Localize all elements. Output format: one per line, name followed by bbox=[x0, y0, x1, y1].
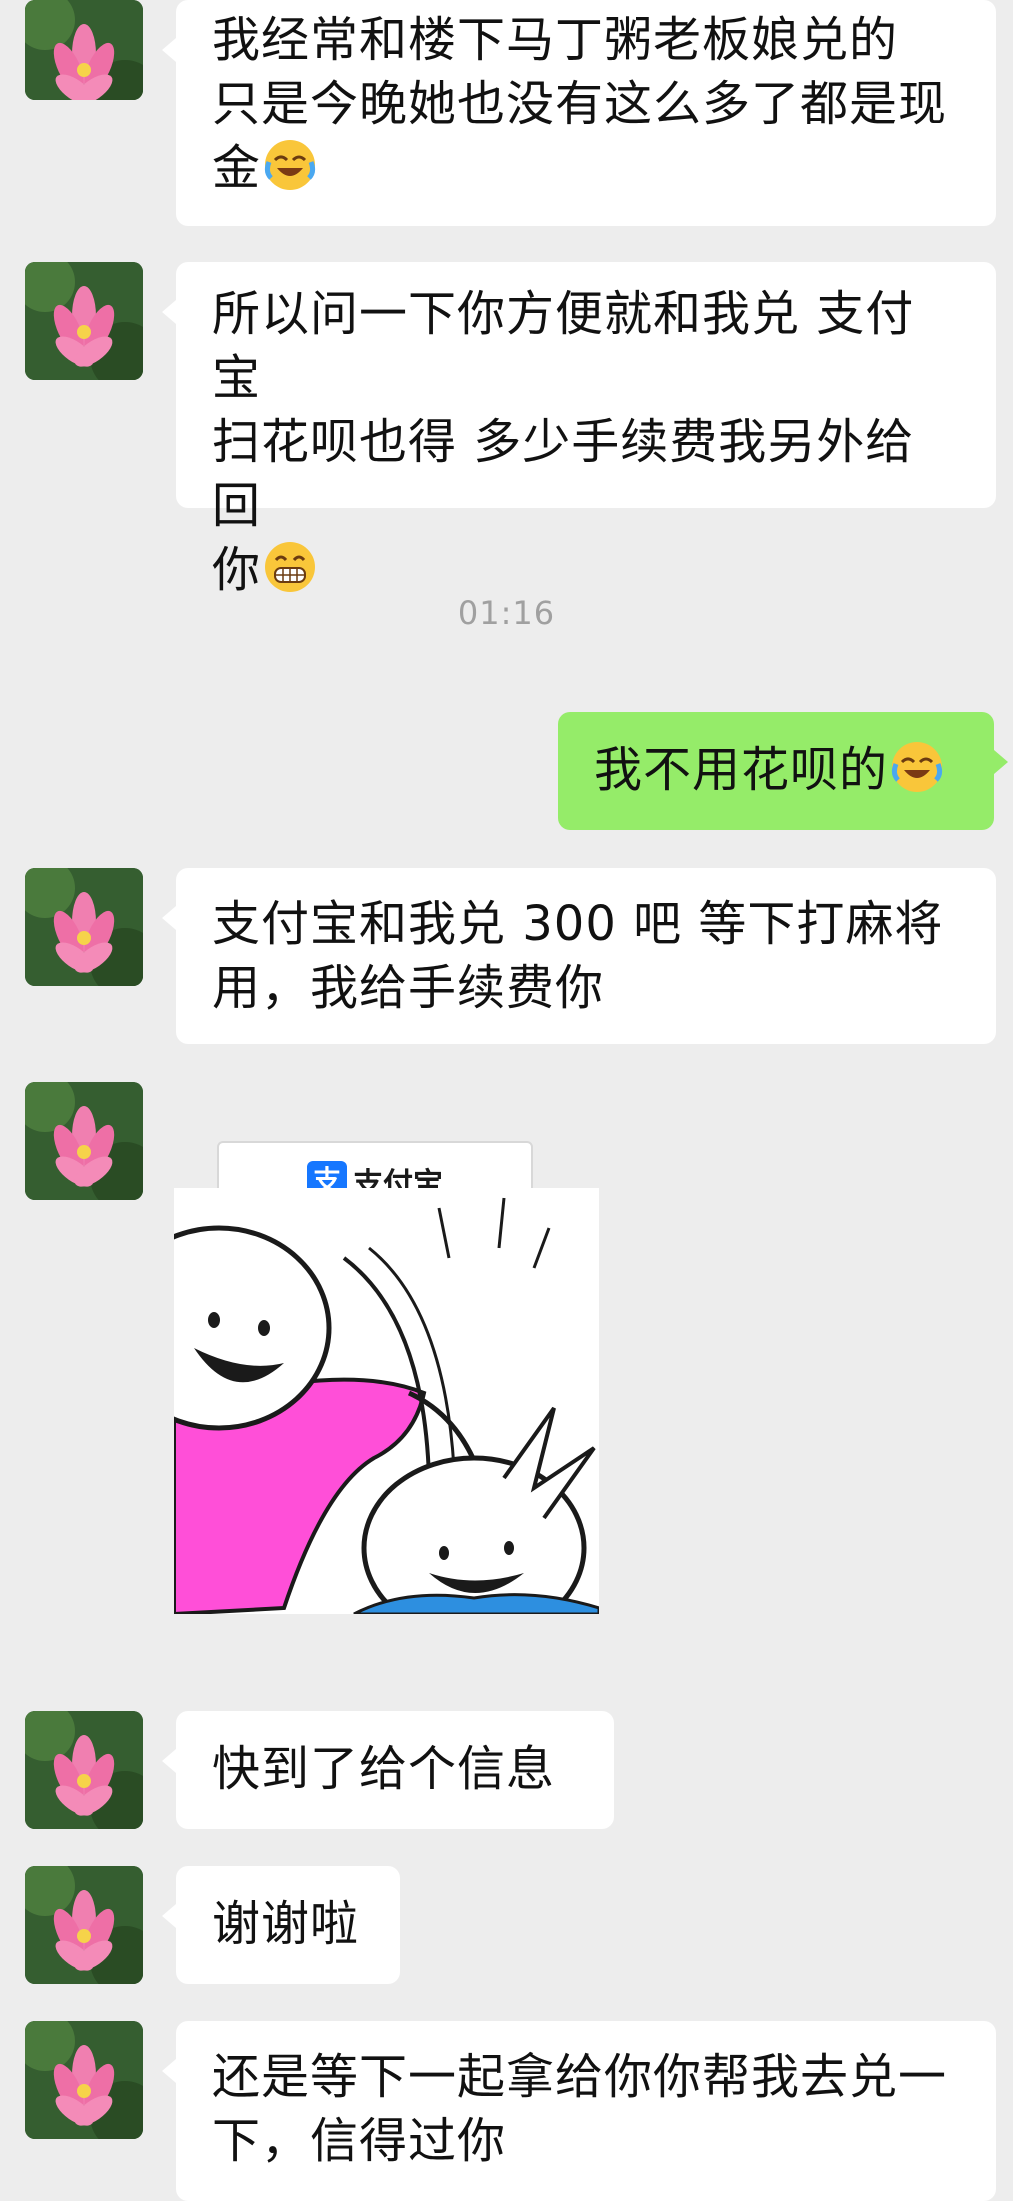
lotus-avatar-image bbox=[25, 1866, 143, 1984]
laughing-crying-emoji-icon bbox=[891, 742, 943, 792]
message-bubble[interactable]: 还是等下一起拿给你你帮我去兑一 下，信得过你 bbox=[162, 2021, 996, 2201]
message-line: 只是今晚她也没有这么多了都是现 bbox=[212, 76, 948, 132]
message-bubble[interactable]: 所以问一下你方便就和我兑 支付宝 扫花呗也得 多少手续费我另外给回 你 bbox=[162, 262, 996, 598]
chat-timestamp: 01:16 bbox=[457, 594, 556, 632]
message-bubble[interactable]: 快到了给个信息 bbox=[162, 1711, 614, 1829]
message-line: 下，信得过你 bbox=[212, 2113, 507, 2169]
contact-avatar[interactable] bbox=[25, 262, 143, 380]
message-bubble[interactable]: 谢谢啦 bbox=[162, 1866, 400, 1984]
message-bubble[interactable]: 支付宝和我兑 300 吧 等下打麻将 用，我给手续费你 bbox=[162, 868, 996, 1044]
message-line: 你 bbox=[212, 542, 262, 598]
message-line: 用，我给手续费你 bbox=[212, 960, 605, 1016]
lotus-avatar-image bbox=[25, 868, 143, 986]
message-line: 还是等下一起拿给你你帮我去兑一 bbox=[212, 2049, 948, 2105]
message-line: 扫花呗也得 多少手续费我另外给回 bbox=[212, 414, 915, 534]
message-bubble-outgoing[interactable]: 我不用花呗的 bbox=[558, 712, 1008, 830]
contact-avatar[interactable] bbox=[25, 1711, 143, 1829]
lotus-avatar-image bbox=[25, 262, 143, 380]
lotus-avatar-image bbox=[25, 2021, 143, 2139]
grinning-emoji-icon bbox=[265, 542, 316, 592]
message-line: 谢谢啦 bbox=[212, 1896, 360, 1952]
cartoon-sticker-illustration bbox=[174, 1188, 599, 1614]
contact-avatar[interactable] bbox=[25, 868, 143, 986]
lotus-avatar-image bbox=[25, 0, 143, 100]
lotus-avatar-image bbox=[25, 1711, 143, 1829]
contact-avatar[interactable] bbox=[25, 1082, 143, 1200]
message-line: 支付宝和我兑 300 吧 等下打麻将 bbox=[212, 896, 944, 952]
message-line: 我经常和楼下马丁粥老板娘兑的 bbox=[212, 12, 899, 68]
laughing-crying-emoji-icon bbox=[264, 140, 316, 190]
sticker-image[interactable] bbox=[174, 1188, 599, 1614]
contact-avatar[interactable] bbox=[25, 0, 143, 100]
contact-avatar[interactable] bbox=[25, 1866, 143, 1984]
message-line: 金 bbox=[212, 140, 262, 196]
message-line: 所以问一下你方便就和我兑 支付宝 bbox=[212, 286, 915, 406]
contact-avatar[interactable] bbox=[25, 2021, 143, 2139]
message-line: 快到了给个信息 bbox=[212, 1741, 556, 1797]
lotus-avatar-image bbox=[25, 1082, 143, 1200]
message-line: 我不用花呗的 bbox=[594, 742, 889, 798]
message-bubble[interactable]: 我经常和楼下马丁粥老板娘兑的 只是今晚她也没有这么多了都是现 金 bbox=[162, 0, 996, 226]
